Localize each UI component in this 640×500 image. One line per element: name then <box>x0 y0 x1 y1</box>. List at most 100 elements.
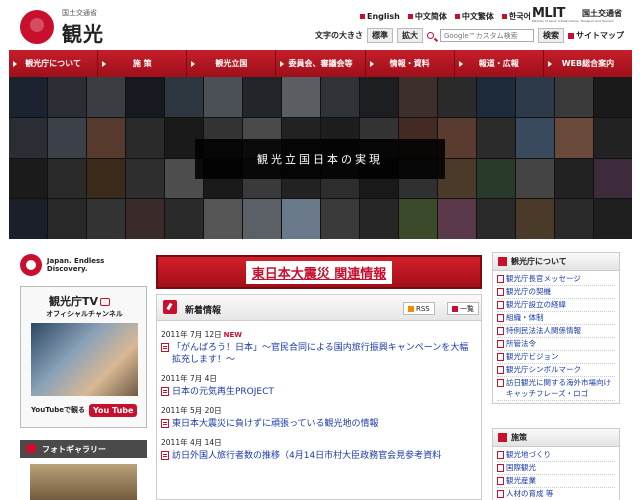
nav-committees[interactable]: 委員会、審議会等 <box>276 50 366 77</box>
news-title: 新着情報 <box>185 306 222 316</box>
font-large-button[interactable]: 拡大 <box>397 28 423 43</box>
tv-title-text: 観光庁TV <box>49 295 99 308</box>
document-icon <box>497 327 504 335</box>
search-button[interactable]: 検索 <box>538 28 564 43</box>
about-link[interactable]: 観光庁の契機 <box>497 286 615 299</box>
policy-link-text: 国際観光 <box>506 463 536 472</box>
document-icon <box>497 314 504 322</box>
header: 国土交通省 観光庁 English 中文简体 中文繁体 한국어 MLIT 国土交… <box>0 0 640 75</box>
policy-link[interactable]: 国際観光 <box>497 462 615 475</box>
news-link[interactable]: 東日本大震災に負けずに頑張っている観光地の情報 <box>161 418 477 430</box>
about-link[interactable]: 組織・体制 <box>497 312 615 325</box>
about-link[interactable]: 観光庁長官メッセージ <box>497 273 615 286</box>
lang-label: 中文繁体 <box>461 11 494 21</box>
main-nav: 観光庁について 施 策 観光立国 委員会、審議会等 情報・資料 報道・広報 WE… <box>9 50 632 77</box>
page: 国土交通省 観光庁 English 中文简体 中文繁体 한국어 MLIT 国土交… <box>0 0 640 500</box>
about-link[interactable]: 訪日観光に関する海外市場向けキャッチフレーズ・ロゴ <box>497 377 615 401</box>
center-column: 東日本大震災 関連情報 新着情報 RSS 一覧 2011年 7月 12日 NEW … <box>156 250 482 500</box>
news-date: 2011年 7月 4日 <box>161 374 217 383</box>
photo-gallery-image[interactable] <box>30 464 137 500</box>
mlit-logo[interactable]: MLIT 国土交通省 Ministry of Land, Infrastruct… <box>532 6 627 26</box>
about-link-text: 観光庁の契機 <box>506 287 551 296</box>
news-link[interactable]: 「がんばろう！日本」～官民合同による国内旅行振興キャンペーンを大幅拡充します！～ <box>161 342 477 366</box>
font-standard-button[interactable]: 標準 <box>367 28 393 43</box>
bullet-icon <box>407 13 413 19</box>
document-icon <box>161 419 169 428</box>
tv-thumbnail-photo[interactable] <box>31 323 138 396</box>
hero-caption-band: 観光立国日本の実現 <box>195 139 445 179</box>
youtube-link[interactable]: YouTubeで観る You Tube <box>31 399 138 421</box>
new-badge: NEW <box>223 331 243 339</box>
document-icon <box>497 490 504 498</box>
about-header[interactable]: 観光庁について <box>493 253 619 271</box>
jta-tv-box[interactable]: 観光庁TV オフィシャルチャンネル YouTubeで観る You Tube <box>20 286 147 428</box>
about-link[interactable]: 観光庁シンボルマーク <box>497 364 615 377</box>
document-icon <box>497 353 504 361</box>
japan-endless-discovery-banner[interactable]: Japan. Endless Discovery. <box>20 250 147 280</box>
tv-title: 観光庁TV <box>49 293 111 309</box>
about-link[interactable]: 所管法令 <box>497 338 615 351</box>
document-icon <box>497 477 504 485</box>
nav-about[interactable]: 観光庁について <box>9 50 99 77</box>
earthquake-banner[interactable]: 東日本大震災 関連情報 <box>156 255 482 289</box>
document-icon <box>497 340 504 348</box>
rss-icon <box>408 305 414 312</box>
policy-box: 施策 観光地づくり 国際観光 観光産業 人材の育成 等 <box>492 428 620 500</box>
mlit-kanji: 国土交通省 <box>582 9 622 18</box>
photo-gallery-header[interactable]: フォトギャラリー <box>20 440 147 458</box>
policy-link[interactable]: 観光産業 <box>497 475 615 488</box>
news-list-button[interactable]: 一覧 <box>447 302 479 315</box>
news-list: 2011年 7月 12日 NEW 「がんばろう！日本」～官民合同による国内旅行振興… <box>161 329 477 469</box>
search-icon <box>427 32 434 39</box>
policy-link[interactable]: 観光地づくり <box>497 449 615 462</box>
document-icon <box>497 451 504 459</box>
jta-logo[interactable]: 国土交通省 観光庁 <box>20 6 120 75</box>
rss-label: RSS <box>416 304 430 313</box>
nav-web-guide[interactable]: WEB総合案内 <box>544 50 632 77</box>
news-header: 新着情報 RSS 一覧 <box>157 295 481 321</box>
lang-label: 中文简体 <box>414 11 447 21</box>
about-link-text: 特例民法法人関係情報 <box>506 326 581 335</box>
lang-zh-traditional-link[interactable]: 中文繁体 <box>454 10 494 22</box>
about-link-text: 訪日観光に関する海外市場向けキャッチフレーズ・ロゴ <box>506 378 611 398</box>
about-link-text: 観光庁設立の経緯 <box>506 300 566 309</box>
hero-title: 観光立国日本の実現 <box>257 153 383 166</box>
document-icon <box>161 451 169 460</box>
news-date: 2011年 5月 20日 <box>161 406 222 415</box>
about-link-text: 観光庁シンボルマーク <box>506 365 581 374</box>
tv-subtitle: オフィシャルチャンネル <box>46 310 123 318</box>
lang-korean-link[interactable]: 한국어 <box>501 10 531 22</box>
sitemap-link[interactable]: サイトマップ <box>568 30 624 41</box>
news-link-text: 東日本大震災に負けずに頑張っている観光地の情報 <box>172 419 379 429</box>
youtube-logo-icon: You Tube <box>88 403 138 417</box>
bullet-icon <box>454 13 460 19</box>
news-item: 2011年 7月 12日 NEW 「がんばろう！日本」～官民合同による国内旅行振興… <box>161 329 477 366</box>
document-icon <box>161 343 169 352</box>
about-link[interactable]: 観光庁ビジョン <box>497 351 615 364</box>
language-links: English 中文简体 中文繁体 한국어 <box>360 10 531 22</box>
earthquake-banner-title: 東日本大震災 関連情報 <box>245 260 393 284</box>
news-link[interactable]: 日本の元気再生PROJECT <box>161 386 477 398</box>
nav-policy[interactable]: 施 策 <box>98 50 188 77</box>
nav-tourism-nation[interactable]: 観光立国 <box>187 50 277 77</box>
policy-header[interactable]: 施策 <box>493 429 619 447</box>
jta-emblem-icon <box>20 10 54 44</box>
document-icon <box>497 379 504 387</box>
about-link[interactable]: 特例民法法人関係情報 <box>497 325 615 338</box>
left-column: Japan. Endless Discovery. 観光庁TV オフィシャルチャ… <box>20 250 147 500</box>
utility-bar: 文字の大きさ 標準 拡大 検索 サイトマップ <box>315 28 624 43</box>
lang-label: 한국어 <box>508 11 531 21</box>
rss-button[interactable]: RSS <box>403 302 435 315</box>
lang-english-link[interactable]: English <box>360 10 400 22</box>
lang-zh-simplified-link[interactable]: 中文简体 <box>407 10 447 22</box>
logo-ministry-text: 国土交通省 <box>62 9 97 17</box>
about-link-text: 観光庁ビジョン <box>506 352 559 361</box>
hero-banner: 観光立国日本の実現 <box>9 77 632 239</box>
search-input[interactable] <box>440 29 534 42</box>
news-link[interactable]: 訪日外国人旅行者数の推移（4月14日市村大臣政務官会見参考資料 <box>161 450 477 462</box>
about-link[interactable]: 観光庁設立の経緯 <box>497 299 615 312</box>
policy-link[interactable]: 人材の育成 等 <box>497 488 615 500</box>
nav-info[interactable]: 情報・資料 <box>366 50 455 77</box>
nav-press[interactable]: 報道・広報 <box>455 50 544 77</box>
news-date: 2011年 7月 12日 NEW <box>161 329 477 340</box>
